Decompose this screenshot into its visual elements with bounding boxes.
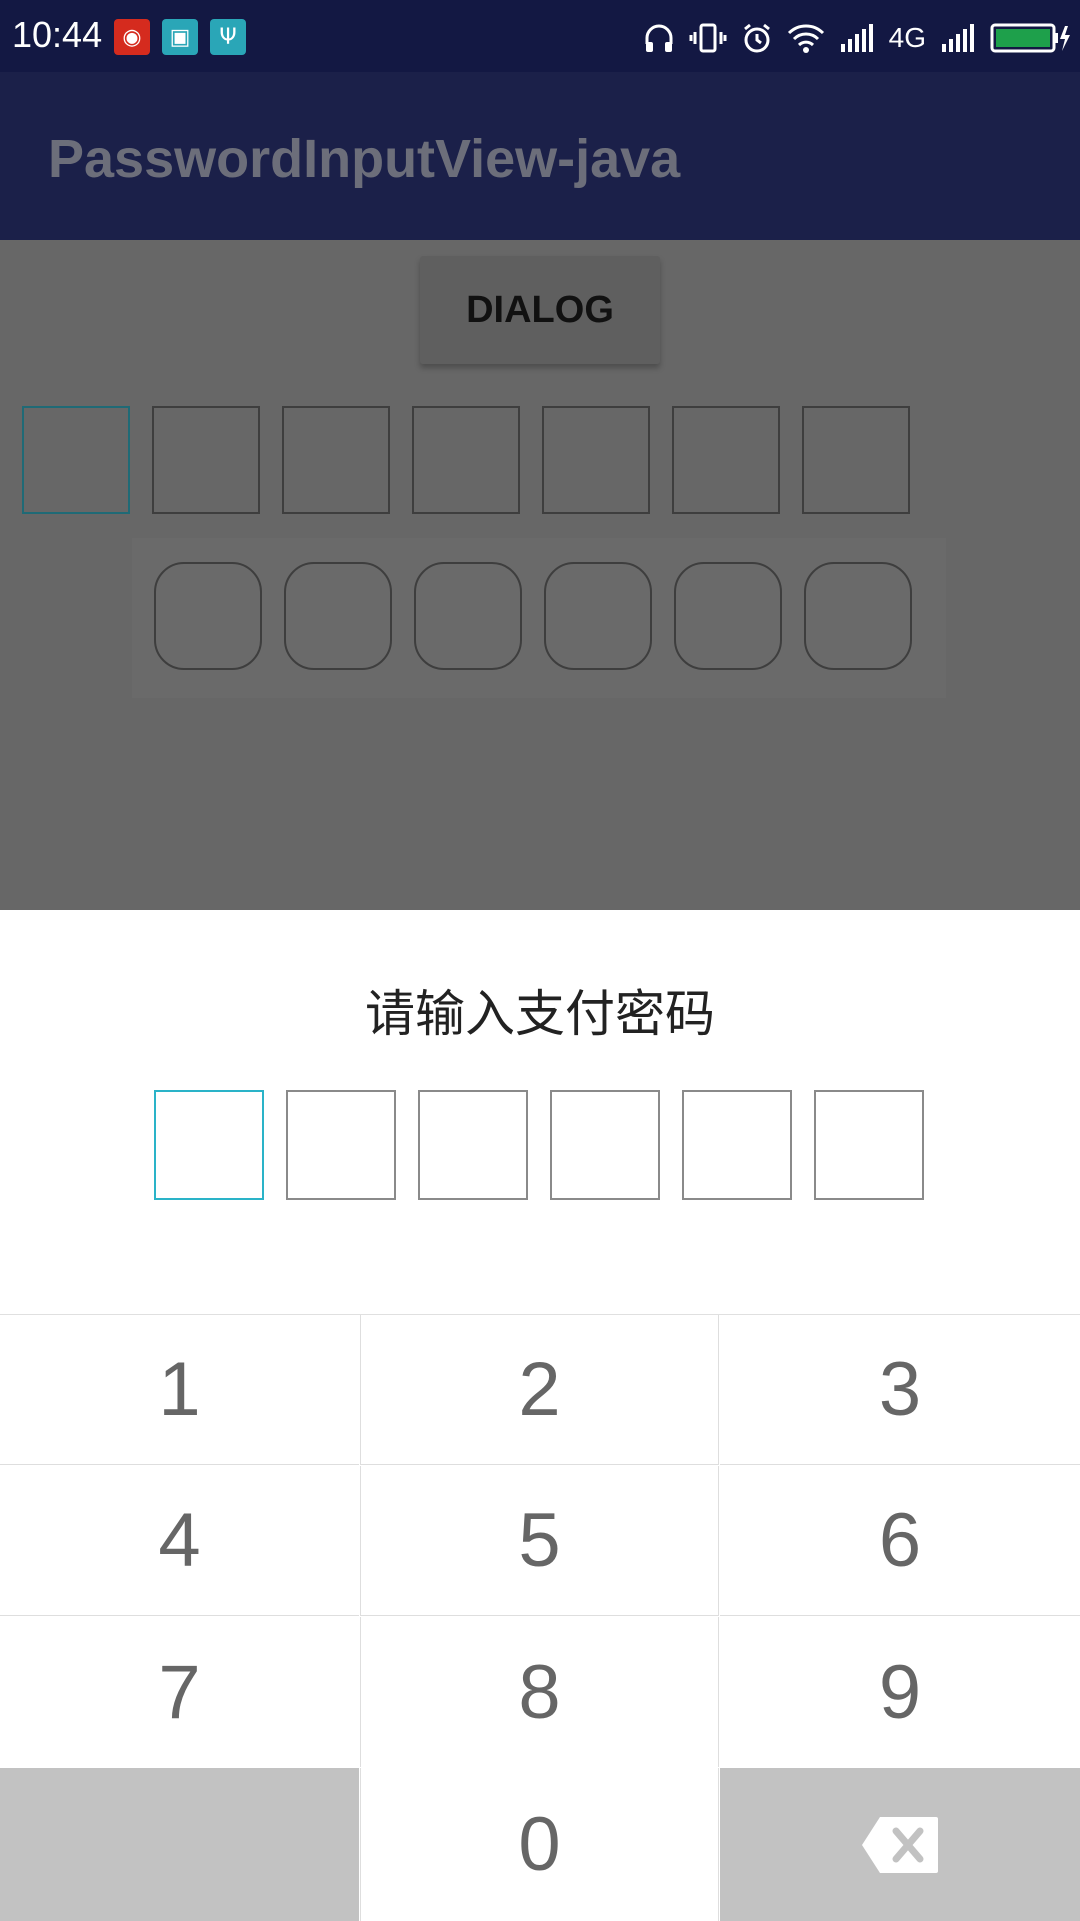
rounded-password-cell — [674, 562, 782, 670]
square-password-cell — [152, 406, 260, 514]
key-3[interactable]: 3 — [720, 1315, 1080, 1465]
square-password-view[interactable] — [22, 406, 910, 514]
password-cell — [418, 1090, 528, 1200]
dialog-button[interactable]: DIALOG — [420, 256, 660, 364]
backspace-key[interactable] — [720, 1768, 1080, 1921]
square-password-cell — [542, 406, 650, 514]
headphones-icon — [645, 24, 673, 52]
rounded-password-cell — [284, 562, 392, 670]
key-4[interactable]: 4 — [0, 1466, 359, 1616]
numeric-keypad: 1 2 3 4 5 6 7 8 9 0 — [0, 1314, 1080, 1921]
key-2[interactable]: 2 — [360, 1315, 719, 1465]
network-type: 4G — [888, 22, 926, 53]
rounded-password-cell — [804, 562, 912, 670]
rounded-password-cell — [154, 562, 262, 670]
status-time: 10:44 — [12, 14, 103, 55]
backspace-icon — [862, 1816, 938, 1873]
key-9[interactable]: 9 — [720, 1617, 1080, 1767]
payment-password-input[interactable] — [154, 1090, 924, 1200]
app-bar: PasswordInputView-java — [0, 72, 1080, 240]
key-1[interactable]: 1 — [0, 1315, 359, 1465]
sheet-title: 请输入支付密码 — [365, 985, 715, 1043]
status-icons: 4G — [643, 18, 1070, 58]
square-password-cell — [672, 406, 780, 514]
battery-icon — [990, 23, 1070, 53]
square-password-cell — [22, 406, 130, 514]
status-bar: 10:44 ◉ ▣ Ψ 4G — [0, 0, 1080, 72]
square-password-cell — [802, 406, 910, 514]
key-blank — [0, 1768, 359, 1921]
square-password-cell — [282, 406, 390, 514]
password-cell — [550, 1090, 660, 1200]
password-cell — [286, 1090, 396, 1200]
rounded-password-view[interactable] — [154, 562, 912, 670]
password-cell — [682, 1090, 792, 1200]
rounded-password-cell — [414, 562, 522, 670]
usb-icon: Ψ — [210, 19, 246, 55]
screenshot-icon: ▣ — [162, 19, 198, 55]
app-title: PasswordInputView-java — [48, 129, 681, 189]
signal-icon — [840, 24, 873, 52]
alarm-icon — [743, 23, 770, 53]
key-6[interactable]: 6 — [720, 1466, 1080, 1616]
vibrate-icon — [689, 23, 727, 53]
dimmed-content: DIALOG — [0, 240, 1080, 910]
rounded-password-cell — [544, 562, 652, 670]
signal-icon — [942, 24, 974, 52]
netease-music-icon: ◉ — [114, 19, 150, 55]
key-8[interactable]: 8 — [360, 1617, 719, 1767]
password-cell — [814, 1090, 924, 1200]
key-7[interactable]: 7 — [0, 1617, 359, 1767]
key-0[interactable]: 0 — [360, 1768, 719, 1921]
key-5[interactable]: 5 — [360, 1466, 719, 1616]
password-cell — [154, 1090, 264, 1200]
square-password-cell — [412, 406, 520, 514]
wifi-icon — [787, 24, 824, 53]
